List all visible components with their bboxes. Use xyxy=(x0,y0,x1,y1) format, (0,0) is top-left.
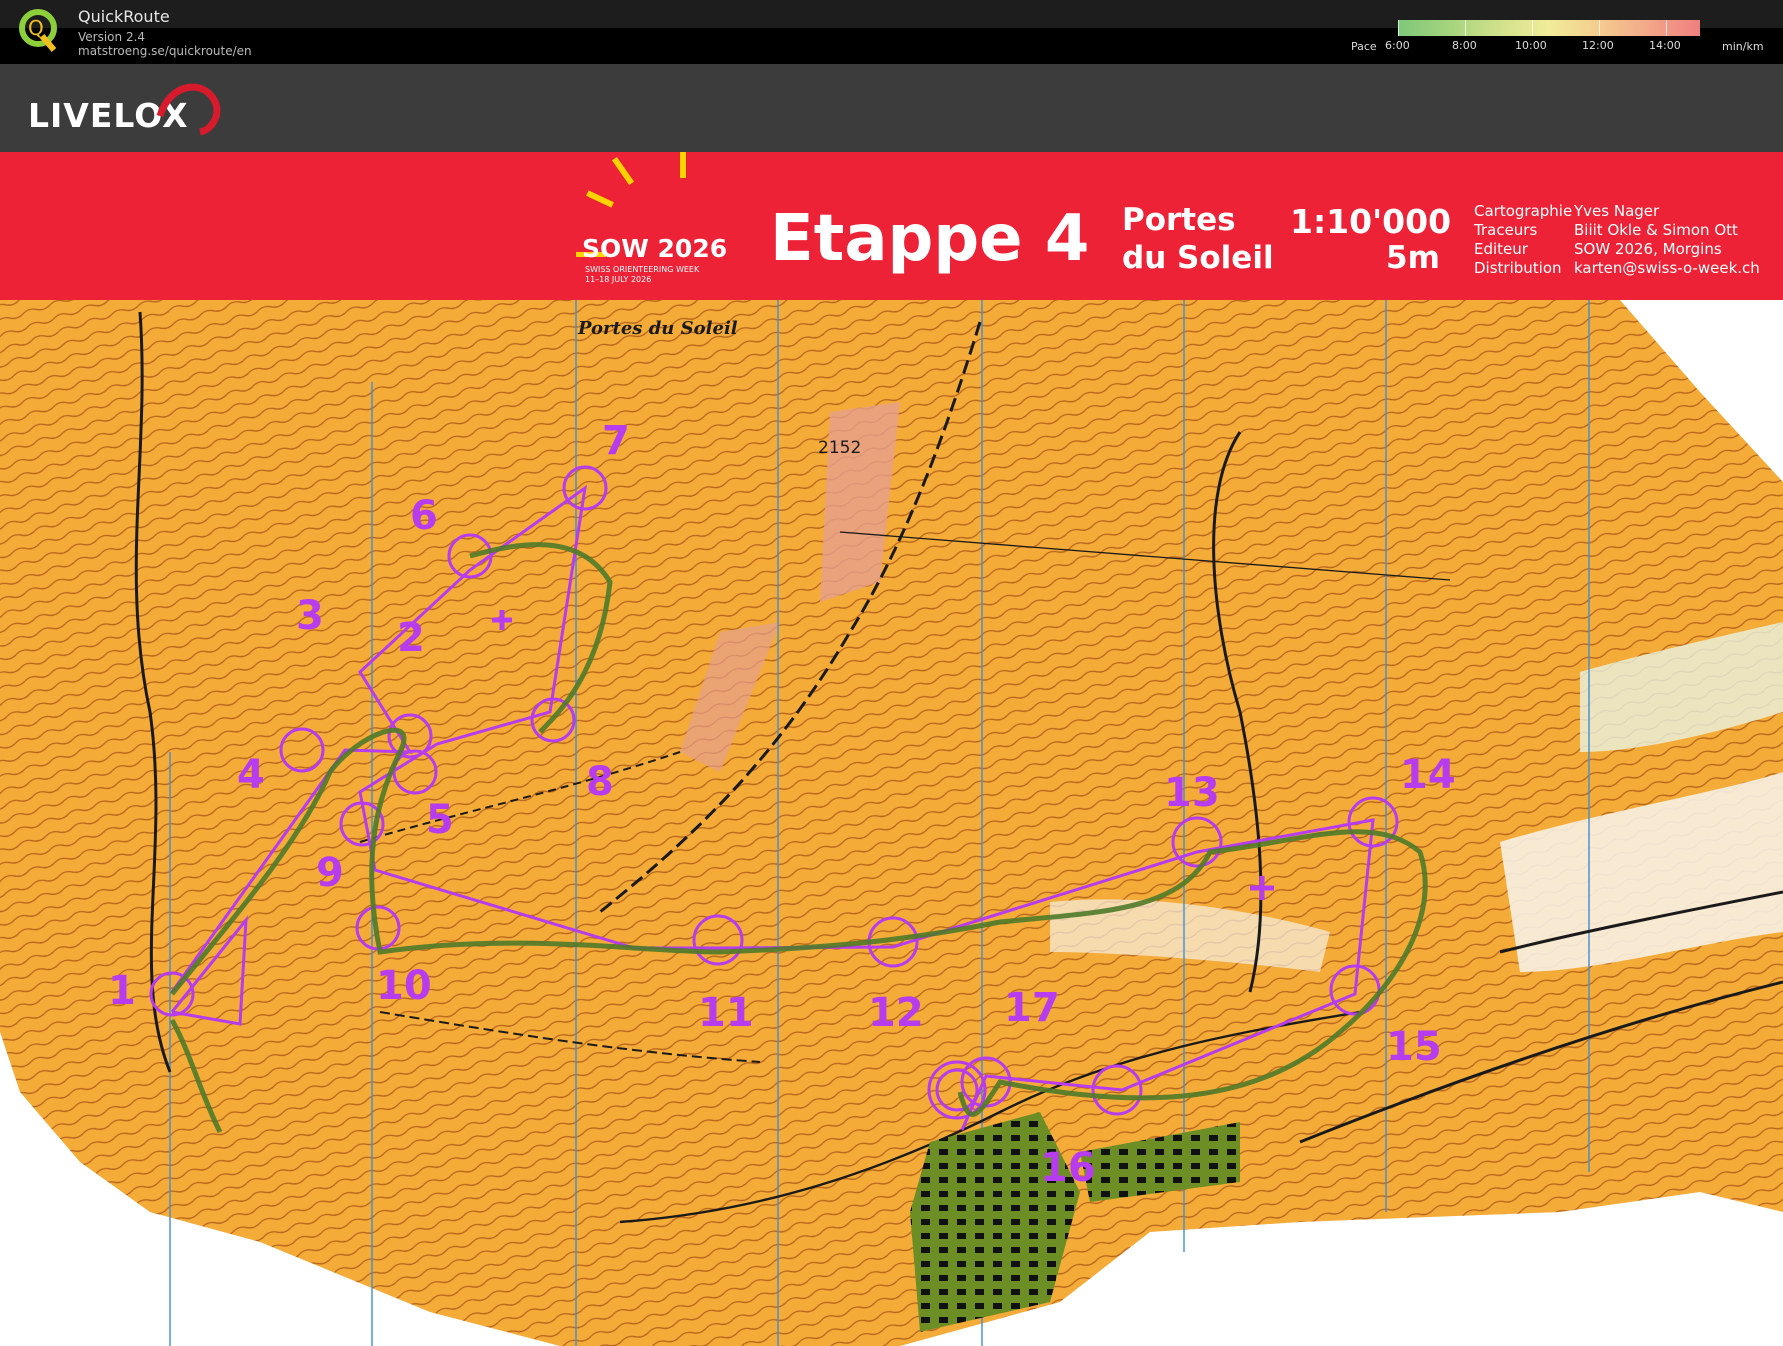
pace-tick-mark xyxy=(1666,20,1667,36)
control-number: 13 xyxy=(1164,770,1220,816)
pace-color-scale xyxy=(1398,20,1700,36)
control-number: 11 xyxy=(698,990,754,1036)
control-number: 6 xyxy=(410,493,438,539)
credit-value: Yves Nager xyxy=(1574,202,1660,220)
credit-value: karten@swiss-o-week.ch xyxy=(1574,259,1760,277)
control-number: 10 xyxy=(376,963,432,1009)
control-number: 4 xyxy=(237,752,265,798)
stage-title: Etappe 4 xyxy=(770,202,1090,276)
area-name-line1: Portes xyxy=(1122,202,1236,238)
pace-tick-label: 10:00 xyxy=(1515,39,1547,52)
pace-tick-label: 6:00 xyxy=(1385,39,1410,52)
credit-key: Distribution xyxy=(1474,259,1562,277)
pace-tick-mark xyxy=(1465,20,1466,36)
credit-key: Cartographie xyxy=(1474,202,1573,220)
livelox-swoosh-icon xyxy=(156,83,221,136)
control-number: 2 xyxy=(397,615,425,661)
credit-key: Editeur xyxy=(1474,240,1528,258)
app-version: Version 2.4 xyxy=(78,30,146,44)
pace-tick-label: 12:00 xyxy=(1582,39,1614,52)
control-number: 3 xyxy=(296,593,324,639)
event-subtitle: SWISS ORIENTEERING WEEK xyxy=(585,265,700,274)
pace-tick-mark xyxy=(1599,20,1600,36)
svg-text:Q: Q xyxy=(28,16,44,40)
livelox-header xyxy=(0,64,1783,152)
control-number: 16 xyxy=(1040,1145,1096,1191)
pace-unit: min/km xyxy=(1722,40,1764,53)
pace-tick-mark xyxy=(1532,20,1533,36)
area-name-line2: du Soleil xyxy=(1122,240,1274,276)
ski-area-logo: Portes du Soleil xyxy=(578,318,738,339)
orienteering-map[interactable] xyxy=(0,152,1783,1346)
pace-tick-mark xyxy=(1398,20,1399,36)
pace-tick-label: 8:00 xyxy=(1452,39,1477,52)
credit-value: Biiit Okle & Simon Ott xyxy=(1574,221,1738,239)
control-number: 12 xyxy=(868,990,924,1036)
quickroute-logo-icon: Q xyxy=(19,9,57,52)
control-number: 15 xyxy=(1386,1024,1442,1070)
control-number: 7 xyxy=(602,418,630,464)
contour-interval: 5m xyxy=(1386,240,1440,276)
app-title: QuickRoute xyxy=(78,7,170,26)
app-url[interactable]: matstroeng.se/quickroute/en xyxy=(78,44,252,58)
control-number: 9 xyxy=(316,850,344,896)
event-title: SOW 2026 xyxy=(582,234,728,263)
control-number: 8 xyxy=(586,759,614,805)
control-number: 14 xyxy=(1400,752,1456,798)
control-number: 1 xyxy=(108,968,136,1014)
event-dates: 11–18 JULY 2026 xyxy=(585,275,652,284)
spot-height: 2152 xyxy=(818,438,862,458)
pace-tick-label: 14:00 xyxy=(1649,39,1681,52)
pace-legend-title: Pace xyxy=(1351,40,1377,53)
map-scale: 1:10'000 xyxy=(1290,202,1452,241)
credit-value: SOW 2026, Morgins xyxy=(1574,240,1722,258)
control-number: 17 xyxy=(1004,985,1060,1031)
credit-key: Traceurs xyxy=(1474,221,1538,239)
control-number: 5 xyxy=(426,797,454,843)
